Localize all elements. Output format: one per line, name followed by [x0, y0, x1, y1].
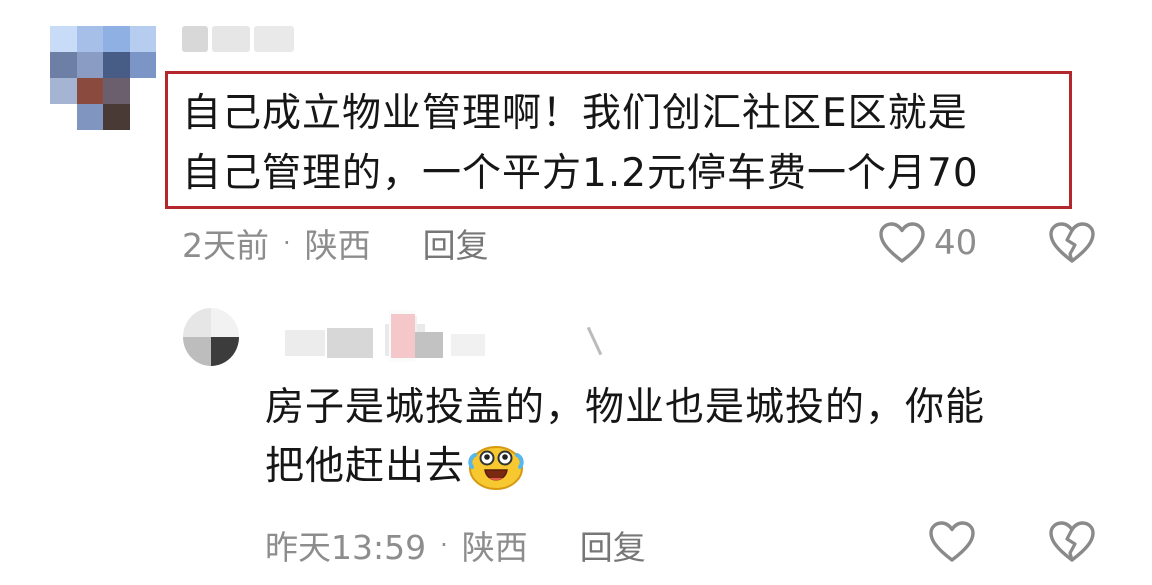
reply-button[interactable]: 回复 [580, 521, 646, 569]
location: 陕西 [461, 528, 528, 567]
comment-text-with-emoji: 把他赶出去 [265, 437, 525, 497]
comment-meta: 昨天13:59 · 陕西 回复 [265, 522, 646, 568]
separator: · [440, 531, 448, 559]
like-count: 40 [934, 223, 978, 263]
location: 陕西 [304, 226, 371, 265]
dislike-button[interactable] [1048, 520, 1096, 564]
username-redacted[interactable] [182, 22, 294, 56]
avatar[interactable] [50, 26, 156, 130]
comment-text: 把他赶出去 [265, 444, 466, 489]
timestamp: 昨天13:59 [265, 528, 427, 567]
timestamp: 2天前 [182, 226, 269, 265]
broken-heart-icon [1049, 222, 1095, 263]
broken-heart-icon [1049, 521, 1095, 562]
username-redacted[interactable] [265, 310, 605, 362]
like-button[interactable] [928, 520, 976, 564]
heart-outline-icon [879, 222, 925, 263]
like-button[interactable]: 40 [878, 221, 977, 265]
heart-outline-icon [929, 521, 975, 562]
crying-laughing-emoji [468, 445, 524, 490]
comment-text: 自己管理的，一个平方1.2元停车费一个月70 [182, 151, 979, 196]
comment-text: 自己成立物业管理啊！我们创汇社区E区就是 [182, 91, 968, 136]
reply-button[interactable]: 回复 [423, 219, 489, 267]
dislike-button[interactable] [1048, 221, 1096, 265]
comment-text: 房子是城投盖的，物业也是城投的，你能 [265, 385, 986, 430]
avatar[interactable] [183, 308, 239, 366]
comment-meta: 2天前 · 陕西 回复 [182, 220, 489, 266]
separator: · [283, 229, 291, 257]
